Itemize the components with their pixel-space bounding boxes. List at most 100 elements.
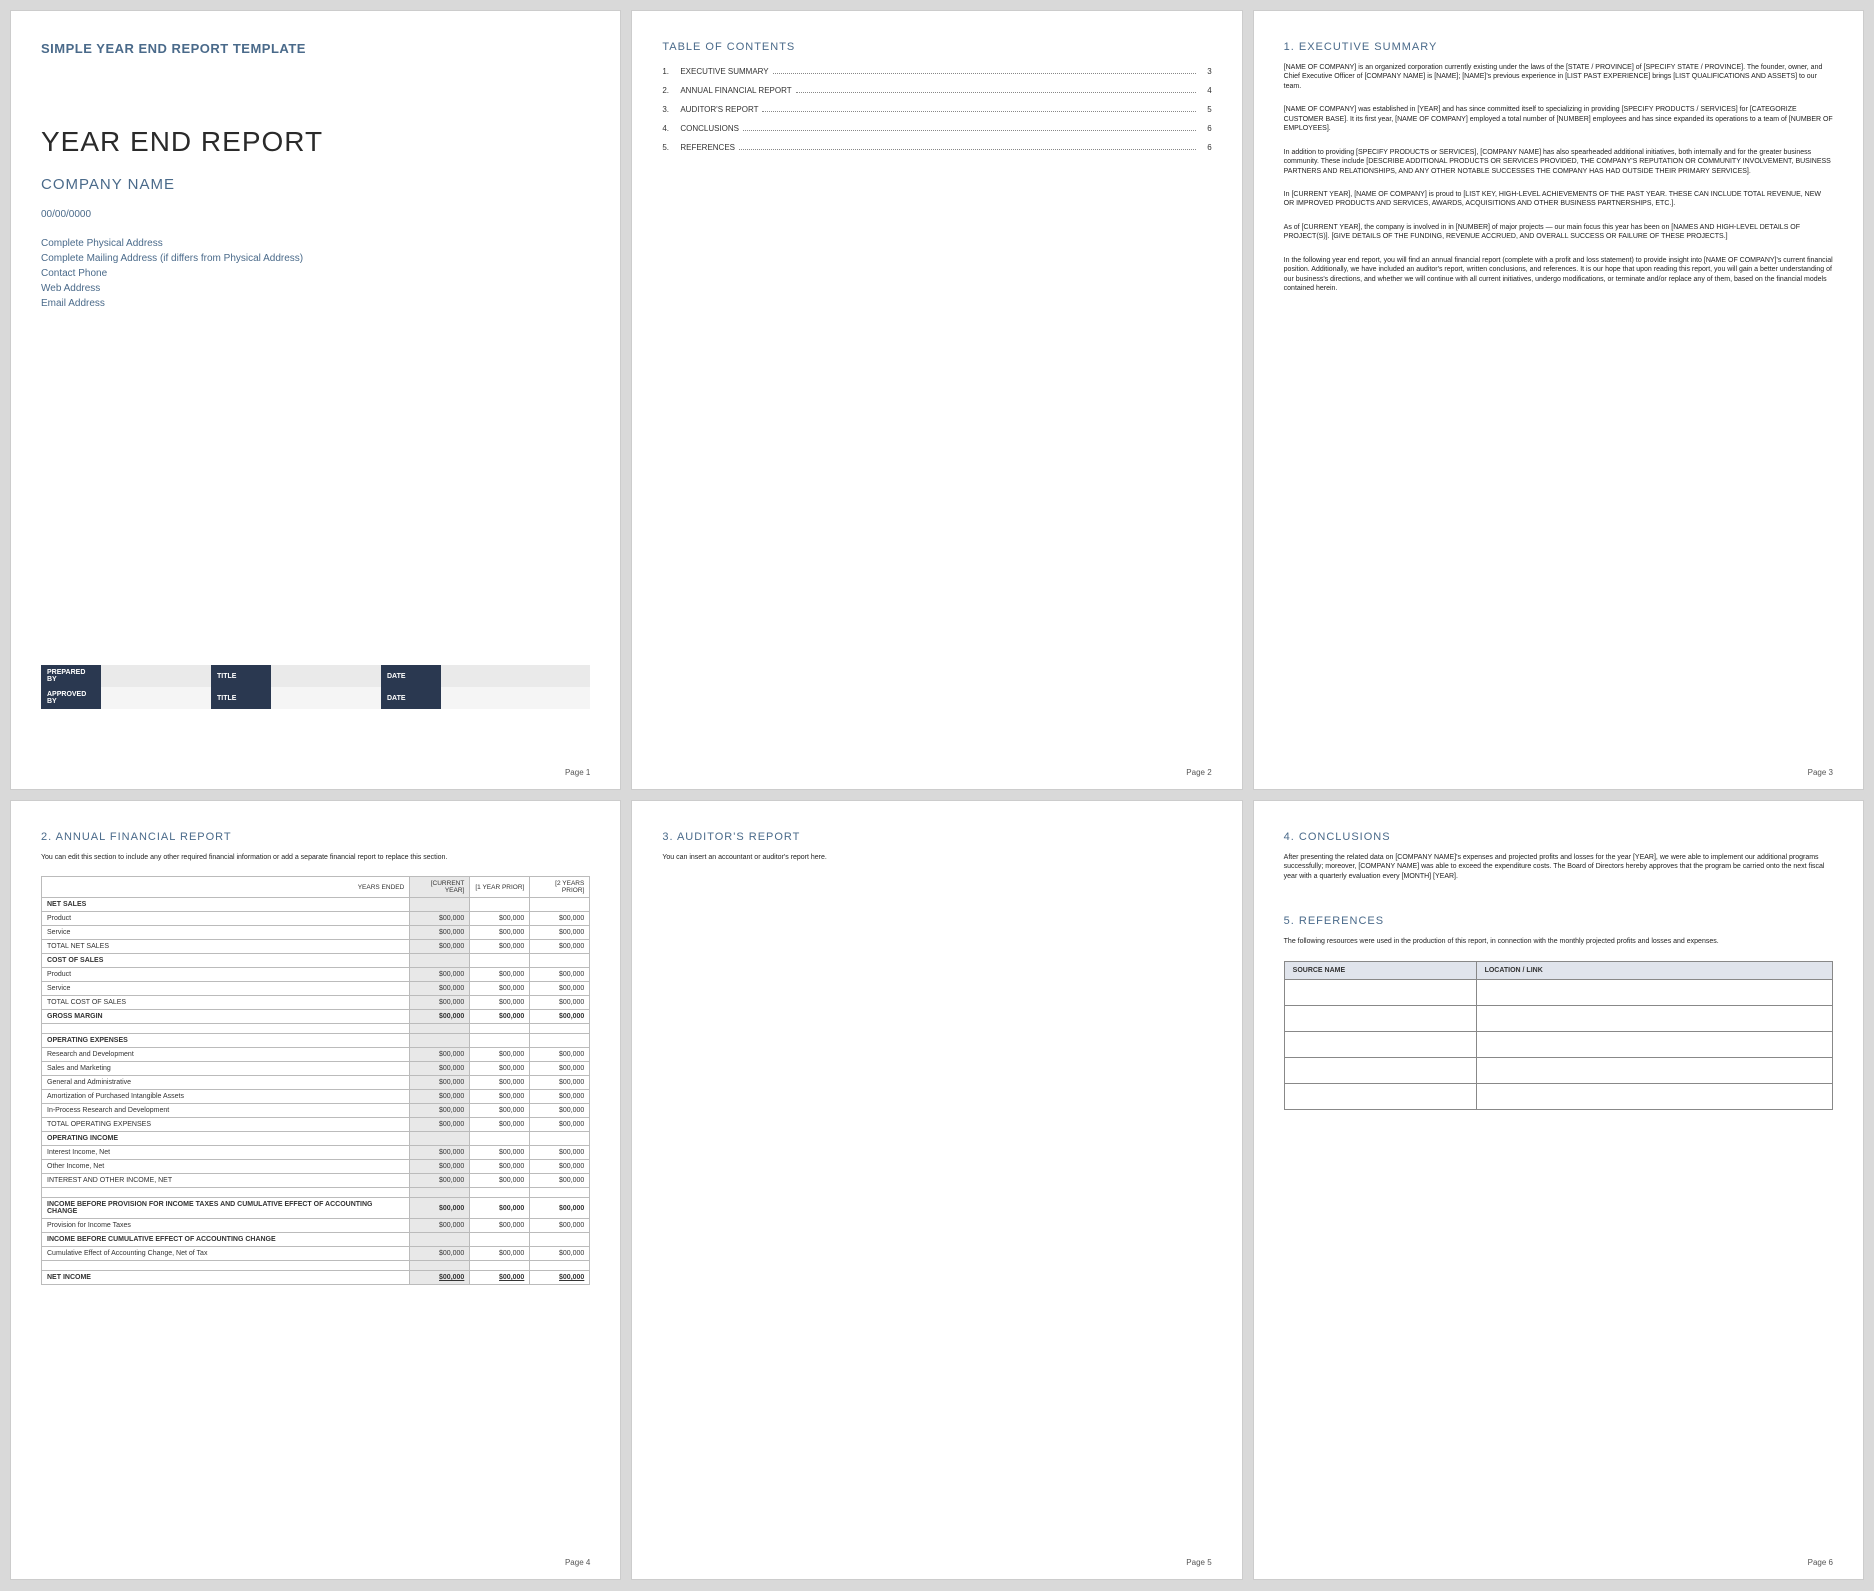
cell-val: $00,000 bbox=[470, 1174, 530, 1188]
row-label: Interest Income, Net bbox=[42, 1146, 410, 1160]
col-1yr-prior: [1 YEAR PRIOR] bbox=[470, 877, 530, 898]
prepared-by-label: PREPARED BY bbox=[41, 665, 101, 687]
cell-val: $00,000 bbox=[470, 1146, 530, 1160]
exec-para: In addition to providing [SPECIFY PRODUC… bbox=[1284, 148, 1833, 176]
cell-val: $00,000 bbox=[410, 1048, 470, 1062]
exec-para: In the following year end report, you wi… bbox=[1284, 256, 1833, 294]
cell-val: $00,000 bbox=[470, 1104, 530, 1118]
row-label: GROSS MARGIN bbox=[42, 1010, 410, 1024]
page-4: 2. ANNUAL FINANCIAL REPORT You can edit … bbox=[10, 800, 621, 1580]
report-date: 00/00/0000 bbox=[41, 209, 590, 220]
table-row: General and Administrative$00,000$00,000… bbox=[42, 1076, 590, 1090]
cell-val: $00,000 bbox=[530, 1198, 590, 1219]
cell-val: $00,000 bbox=[530, 968, 590, 982]
title-label-2: TITLE bbox=[211, 687, 271, 709]
toc-label: ANNUAL FINANCIAL REPORT bbox=[680, 86, 791, 95]
prepared-by-field bbox=[101, 665, 211, 687]
col-2yr-prior: [2 YEARS PRIOR] bbox=[530, 877, 590, 898]
toc-num: 2. bbox=[662, 86, 680, 95]
cell-val: $00,000 bbox=[410, 912, 470, 926]
toc-page: 6 bbox=[1200, 124, 1212, 133]
report-title: YEAR END REPORT bbox=[41, 126, 590, 158]
toc-page: 4 bbox=[1200, 86, 1212, 95]
row-label: General and Administrative bbox=[42, 1076, 410, 1090]
title-label-1: TITLE bbox=[211, 665, 271, 687]
col-source-name: SOURCE NAME bbox=[1284, 961, 1476, 979]
exec-para: As of [CURRENT YEAR], the company is inv… bbox=[1284, 223, 1833, 242]
cell-val: $00,000 bbox=[530, 996, 590, 1010]
table-row: OPERATING INCOME bbox=[42, 1132, 590, 1146]
table-row bbox=[1284, 1031, 1832, 1057]
page-5: 3. AUDITOR'S REPORT You can insert an ac… bbox=[631, 800, 1242, 1580]
cell-val: $00,000 bbox=[470, 1160, 530, 1174]
page-number: Page 1 bbox=[565, 768, 590, 777]
cell-val: $00,000 bbox=[470, 1010, 530, 1024]
table-row: OPERATING EXPENSES bbox=[42, 1034, 590, 1048]
physical-address: Complete Physical Address bbox=[41, 236, 590, 251]
cell-val: $00,000 bbox=[410, 926, 470, 940]
financial-table: YEARS ENDED [CURRENT YEAR] [1 YEAR PRIOR… bbox=[41, 876, 590, 1285]
table-row: Other Income, Net$00,000$00,000$00,000 bbox=[42, 1160, 590, 1174]
row-label: In-Process Research and Development bbox=[42, 1104, 410, 1118]
toc-dots bbox=[773, 73, 1196, 74]
toc-item: 1.EXECUTIVE SUMMARY3 bbox=[662, 67, 1211, 76]
cell-val: $00,000 bbox=[470, 1062, 530, 1076]
table-row: INCOME BEFORE CUMULATIVE EFFECT OF ACCOU… bbox=[42, 1233, 590, 1247]
table-row: Sales and Marketing$00,000$00,000$00,000 bbox=[42, 1062, 590, 1076]
toc-item: 2.ANNUAL FINANCIAL REPORT 4 bbox=[662, 86, 1211, 95]
table-row bbox=[1284, 1057, 1832, 1083]
cell-val: $00,000 bbox=[470, 1271, 530, 1285]
cell-val: $00,000 bbox=[530, 1048, 590, 1062]
row-label: Sales and Marketing bbox=[42, 1062, 410, 1076]
cell-val: $00,000 bbox=[530, 1010, 590, 1024]
toc-dots bbox=[762, 111, 1195, 112]
toc-dots bbox=[796, 92, 1196, 93]
toc-list: 1.EXECUTIVE SUMMARY3 2.ANNUAL FINANCIAL … bbox=[662, 67, 1211, 162]
page-3: 1. EXECUTIVE SUMMARY [NAME OF COMPANY] i… bbox=[1253, 10, 1864, 790]
cell-val: $00,000 bbox=[470, 1090, 530, 1104]
address-block: Complete Physical Address Complete Maili… bbox=[41, 236, 590, 311]
company-name: COMPANY NAME bbox=[41, 176, 590, 193]
table-spacer bbox=[42, 1024, 590, 1034]
table-row: Product$00,000$00,000$00,000 bbox=[42, 968, 590, 982]
approved-by-label: APPROVED BY bbox=[41, 687, 101, 709]
table-row: Provision for Income Taxes$00,000$00,000… bbox=[42, 1219, 590, 1233]
cell-val: $00,000 bbox=[470, 982, 530, 996]
toc-dots bbox=[739, 149, 1196, 150]
toc-label: REFERENCES bbox=[680, 143, 735, 152]
row-label: Product bbox=[42, 912, 410, 926]
table-header-row: SOURCE NAME LOCATION / LINK bbox=[1284, 961, 1832, 979]
cell-val: $00,000 bbox=[410, 1160, 470, 1174]
cell-val: $00,000 bbox=[410, 1198, 470, 1219]
date-field-1 bbox=[441, 665, 590, 687]
cell-val: $00,000 bbox=[530, 1104, 590, 1118]
table-row: Interest Income, Net$00,000$00,000$00,00… bbox=[42, 1146, 590, 1160]
cell-val: $00,000 bbox=[530, 1174, 590, 1188]
table-row: Product$00,000$00,000$00,000 bbox=[42, 912, 590, 926]
table-row: INTEREST AND OTHER INCOME, NET $00,000$00… bbox=[42, 1174, 590, 1188]
cell-val: $00,000 bbox=[470, 968, 530, 982]
toc-label: AUDITOR'S REPORT bbox=[680, 105, 758, 114]
table-row bbox=[1284, 979, 1832, 1005]
cell-val: $00,000 bbox=[470, 1198, 530, 1219]
table-row: Service$00,000$00,000$00,000 bbox=[42, 926, 590, 940]
cell-val: $00,000 bbox=[530, 912, 590, 926]
toc-item: 4.CONCLUSIONS6 bbox=[662, 124, 1211, 133]
page-number: Page 6 bbox=[1808, 1558, 1833, 1567]
page-1: SIMPLE YEAR END REPORT TEMPLATE YEAR END… bbox=[10, 10, 621, 790]
toc-label: EXECUTIVE SUMMARY bbox=[680, 67, 768, 76]
cell-val: $00,000 bbox=[410, 1271, 470, 1285]
table-row bbox=[1284, 1083, 1832, 1109]
cell-val: $00,000 bbox=[470, 1118, 530, 1132]
page-number: Page 2 bbox=[1186, 768, 1211, 777]
table-row: Cumulative Effect of Accounting Change, … bbox=[42, 1247, 590, 1261]
exec-para: [NAME OF COMPANY] is an organized corpor… bbox=[1284, 63, 1833, 91]
table-row: TOTAL OPERATING EXPENSES$00,000$00,000$0… bbox=[42, 1118, 590, 1132]
mailing-address: Complete Mailing Address (if differs fro… bbox=[41, 251, 590, 266]
cell-val: $00,000 bbox=[470, 1048, 530, 1062]
cell-val: $00,000 bbox=[530, 1062, 590, 1076]
toc-label: CONCLUSIONS bbox=[680, 124, 739, 133]
cell-val: $00,000 bbox=[470, 1076, 530, 1090]
table-header-row: YEARS ENDED [CURRENT YEAR] [1 YEAR PRIOR… bbox=[42, 877, 590, 898]
row-label: INTEREST AND OTHER INCOME, NET bbox=[42, 1174, 410, 1188]
